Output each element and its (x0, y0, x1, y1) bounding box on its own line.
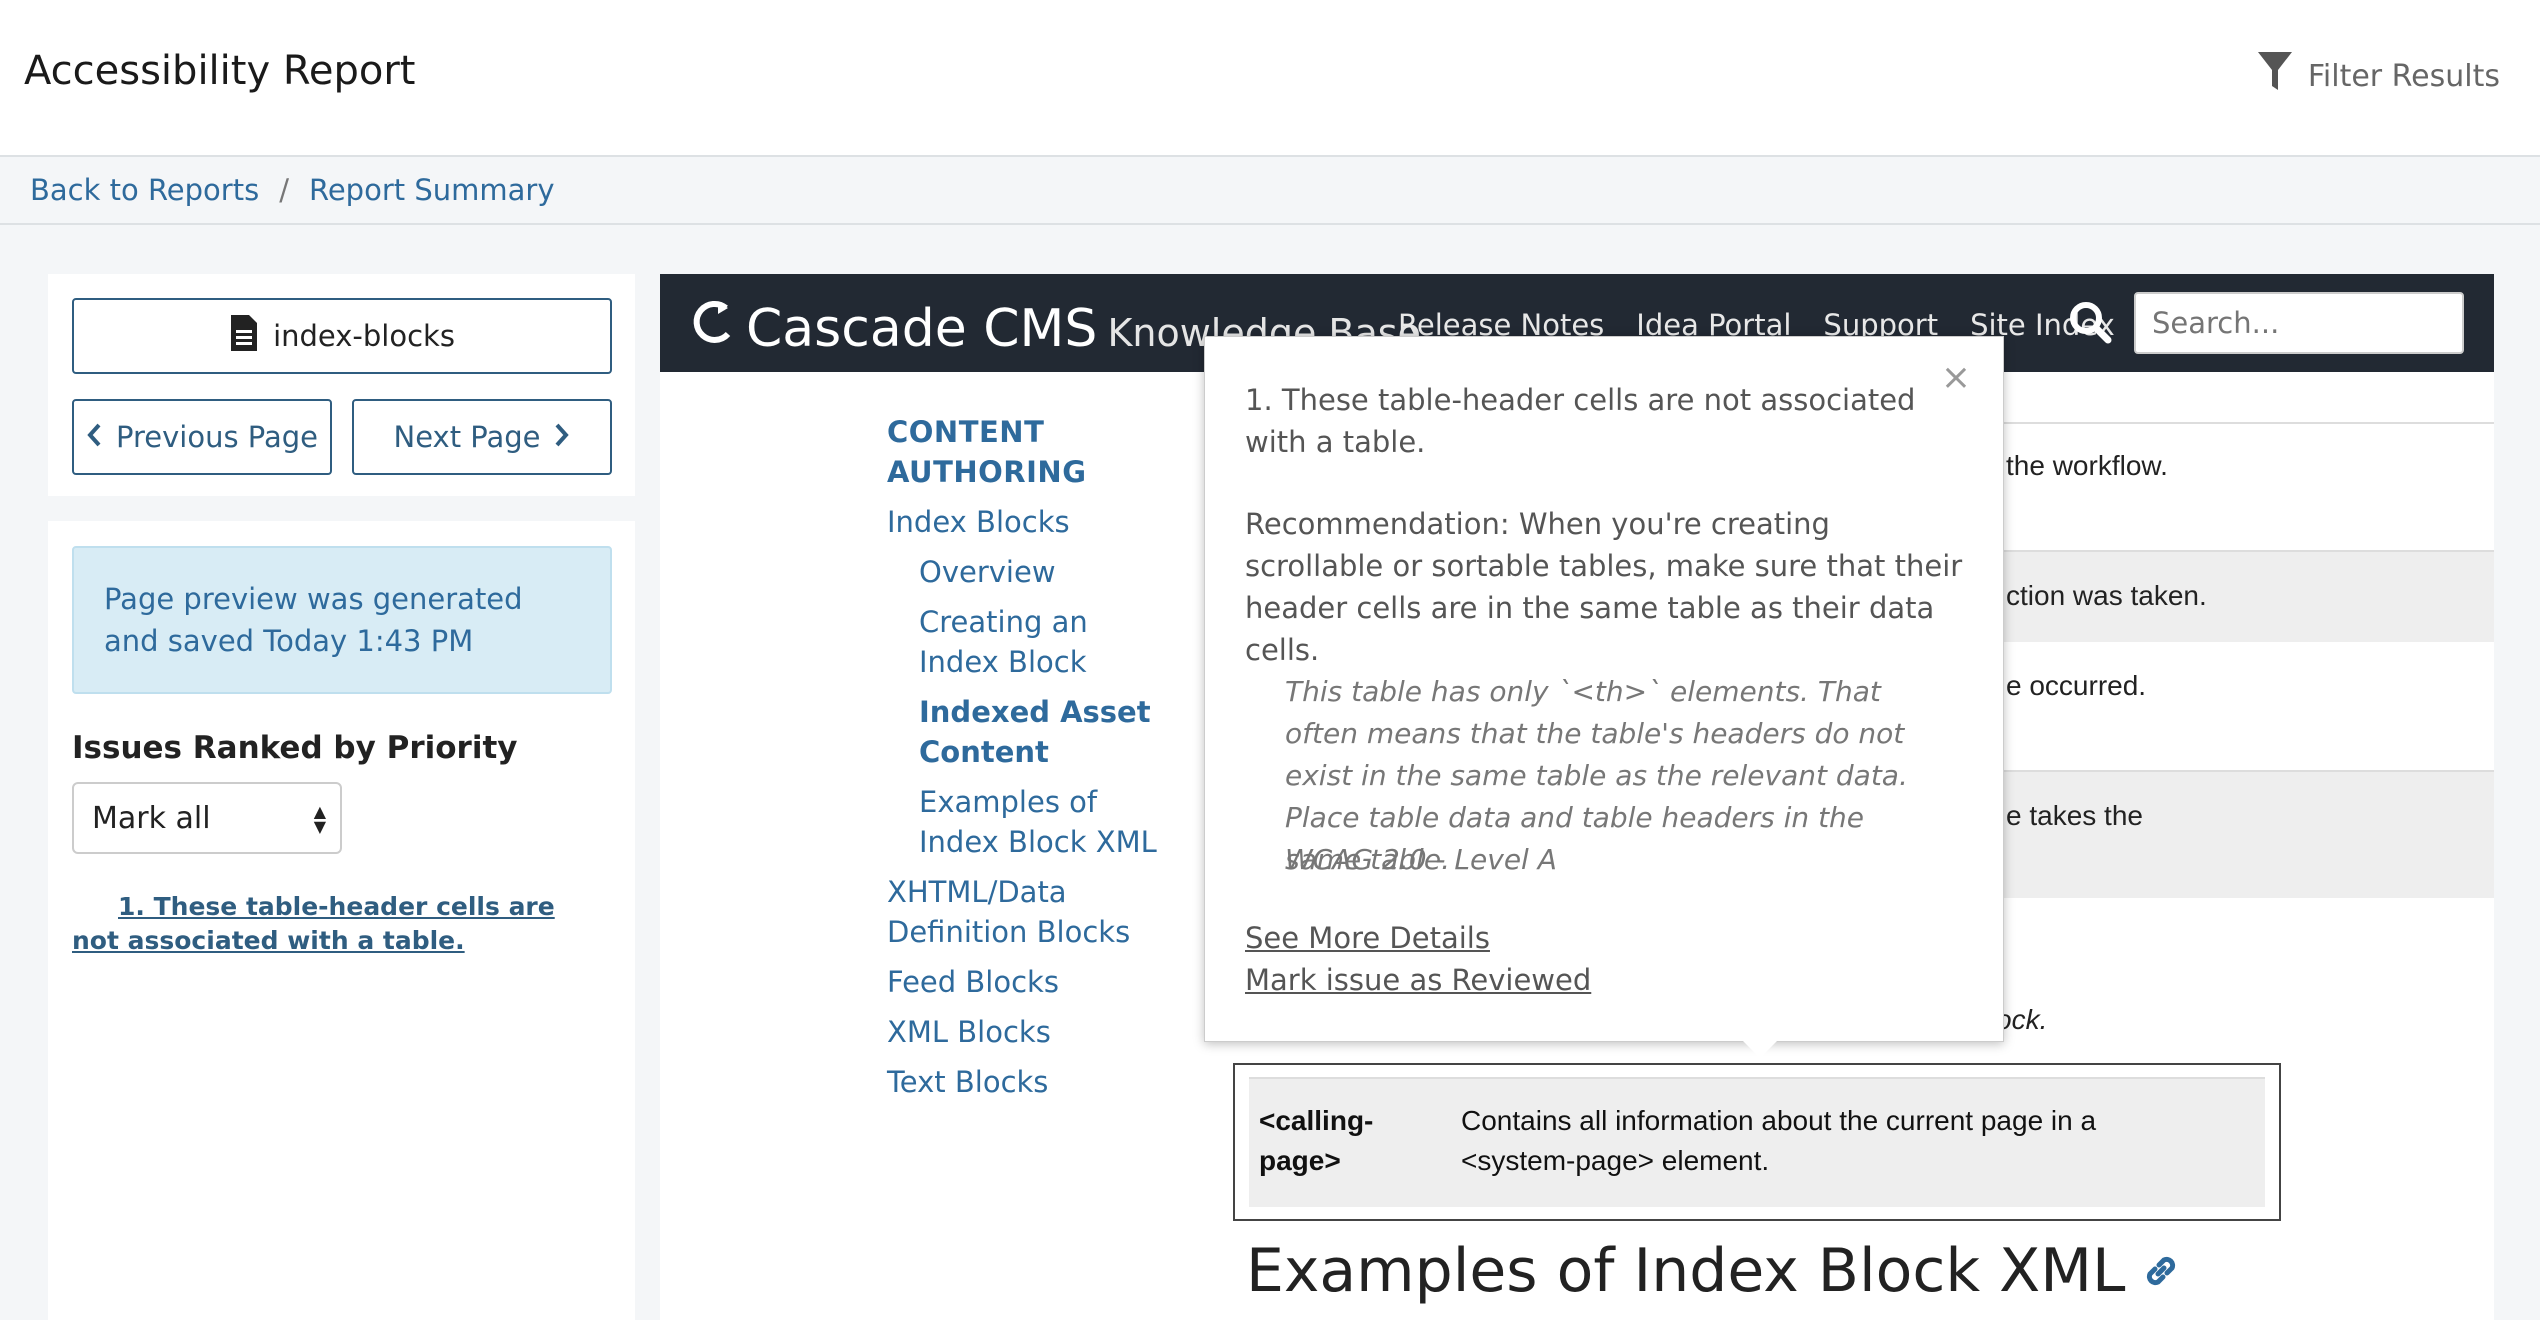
bg-fragment: e occurred. (2006, 670, 2147, 701)
mark-reviewed-link[interactable]: Mark issue as Reviewed (1245, 963, 1591, 997)
issue-popover: × 1. These table-header cells are not as… (1204, 336, 2004, 1042)
search-icon[interactable] (2068, 300, 2112, 349)
app-header: Accessibility Report Filter Results (0, 0, 2540, 157)
page-file-button[interactable]: index-blocks (72, 298, 612, 374)
mark-select-value: Mark all (92, 800, 211, 836)
kb-side-nav: CONTENT AUTHORING Index Blocks Overview … (887, 412, 1207, 1102)
next-page-label: Next Page (393, 420, 541, 454)
nav-creating-index-block[interactable]: Creating an Index Block (919, 602, 1159, 682)
table-row-shaded (2000, 770, 2494, 898)
breadcrumb: Back to Reports / Report Summary (0, 157, 2540, 225)
nav-xml-blocks[interactable]: XML Blocks (887, 1012, 1207, 1052)
popover-pointer (1742, 1040, 1778, 1058)
nav-xhtml-blocks[interactable]: XHTML/Data Definition Blocks (887, 872, 1207, 952)
file-icon (229, 313, 259, 360)
table-data-cell: Contains all information about the curre… (1461, 1105, 2097, 1176)
issues-heading: Issues Ranked by Priority (72, 730, 518, 766)
section-heading: Examples of Index Block XML (1246, 1236, 2181, 1306)
cascade-logo-icon (688, 296, 736, 351)
bg-fragment: e takes the (2006, 800, 2143, 831)
popover-wcag: WCAG 2.0 - Level A (1285, 843, 1557, 876)
filter-results-label: Filter Results (2307, 58, 2500, 94)
chevron-right-icon (554, 420, 570, 454)
breadcrumb-separator: / (279, 173, 289, 207)
issue-link-1[interactable]: 1. These table-header cells are not asso… (72, 890, 572, 958)
section-heading-text: Examples of Index Block XML (1246, 1236, 2126, 1306)
table-header-cell: <calling-page> (1259, 1105, 1374, 1176)
row-divider (2000, 422, 2494, 424)
nav-content-authoring[interactable]: CONTENT AUTHORING (887, 412, 1107, 492)
nav-feed-blocks[interactable]: Feed Blocks (887, 962, 1207, 1002)
next-page-button[interactable]: Next Page (352, 399, 612, 475)
bg-fragment: ction was taken. (2006, 580, 2207, 611)
bg-fragment: the workflow. (2006, 450, 2168, 481)
preview-info-alert: Page preview was generated and saved Tod… (72, 546, 612, 694)
highlighted-table: <calling-page> Contains all information … (1233, 1063, 2281, 1221)
select-arrows-icon: ▲ ▼ (313, 802, 326, 836)
popover-recommendation: Recommendation: When you're creating scr… (1245, 507, 1963, 667)
kb-brand: Cascade CMS (746, 299, 1098, 359)
nav-text-blocks[interactable]: Text Blocks (887, 1062, 1207, 1102)
nav-index-blocks[interactable]: Index Blocks (887, 502, 1207, 542)
previous-page-button[interactable]: Previous Page (72, 399, 332, 475)
nav-examples-xml[interactable]: Examples of Index Block XML (919, 782, 1179, 862)
nav-indexed-asset-content[interactable]: Indexed Asset Content (919, 692, 1159, 772)
page-file-label: index-blocks (273, 319, 455, 353)
previous-page-label: Previous Page (116, 420, 318, 454)
mark-select[interactable]: Mark all ▲ ▼ (72, 782, 342, 854)
page-title: Accessibility Report (24, 48, 416, 94)
kb-search-input[interactable] (2134, 292, 2464, 354)
report-summary-link[interactable]: Report Summary (309, 173, 555, 207)
chevron-left-icon (86, 420, 102, 454)
popover-title: 1. These table-header cells are not asso… (1245, 383, 1916, 459)
back-to-reports-link[interactable]: Back to Reports (30, 173, 259, 207)
see-more-details-link[interactable]: See More Details (1245, 921, 1490, 955)
filter-icon (2256, 50, 2294, 102)
filter-results-button[interactable]: Filter Results (2256, 50, 2500, 102)
link-icon[interactable] (2141, 1236, 2181, 1306)
nav-overview[interactable]: Overview (919, 552, 1207, 592)
